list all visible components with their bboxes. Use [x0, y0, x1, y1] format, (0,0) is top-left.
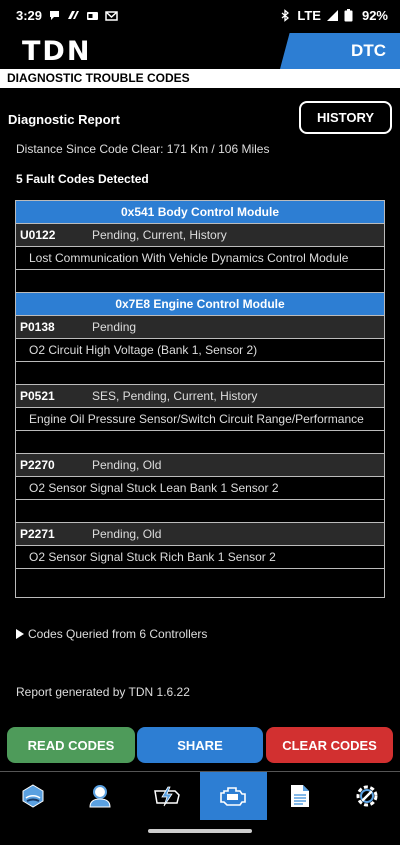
- controllers-queried-label: Codes Queried from 6 Controllers: [28, 627, 208, 641]
- signal-icon: [326, 9, 339, 22]
- bottom-nav: [0, 771, 400, 820]
- nav-profile[interactable]: [67, 772, 134, 820]
- battery-charge-icon: [153, 786, 180, 807]
- document-icon: [290, 785, 309, 807]
- card-icon: [86, 9, 99, 22]
- code-row[interactable]: P2271 Pending, Old: [16, 523, 384, 546]
- code-id: P2271: [20, 527, 55, 541]
- engine-icon: [220, 787, 247, 806]
- expand-caret-icon: [16, 629, 24, 639]
- clear-codes-button[interactable]: CLEAR CODES: [266, 727, 393, 763]
- code-id: P2270: [20, 458, 55, 472]
- nav-dashboard[interactable]: [0, 772, 67, 820]
- nav-engine[interactable]: [199, 772, 267, 820]
- code-status: Pending, Old: [92, 458, 162, 472]
- code-id: P0521: [20, 389, 55, 403]
- tab-dtc[interactable]: DTC: [280, 33, 400, 69]
- home-indicator[interactable]: [148, 829, 252, 833]
- fault-codes-table: 0x541 Body Control Module U0122 Pending,…: [15, 200, 385, 598]
- nav-settings[interactable]: [333, 772, 400, 820]
- nav-report[interactable]: [267, 772, 334, 820]
- code-description: Lost Communication With Vehicle Dynamics…: [16, 247, 384, 270]
- code-description: Engine Oil Pressure Sensor/Switch Circui…: [16, 408, 384, 431]
- page-title: DIAGNOSTIC TROUBLE CODES: [0, 69, 400, 88]
- code-status: Pending, Current, History: [92, 228, 227, 242]
- fault-count: 5 Fault Codes Detected: [16, 172, 149, 186]
- bluetooth-icon: [279, 8, 292, 22]
- code-description: O2 Sensor Signal Stuck Rich Bank 1 Senso…: [16, 546, 384, 569]
- history-button[interactable]: HISTORY: [299, 101, 392, 134]
- status-bar: 3:29 LTE 92%: [0, 0, 400, 30]
- code-id: P0138: [20, 320, 55, 334]
- code-description: O2 Circuit High Voltage (Bank 1, Sensor …: [16, 339, 384, 362]
- code-status: Pending: [92, 320, 137, 334]
- report-generated-label: Report generated by TDN 1.6.22: [16, 685, 190, 699]
- table-spacer: [16, 431, 384, 454]
- table-spacer: [16, 569, 384, 592]
- code-row[interactable]: P2270 Pending, Old: [16, 454, 384, 477]
- app-logo: TDN: [22, 36, 92, 67]
- report-title: Diagnostic Report: [8, 112, 120, 127]
- table-spacer: [16, 270, 384, 293]
- settings-icon: [356, 785, 378, 807]
- code-id: U0122: [20, 228, 56, 242]
- table-spacer: [16, 362, 384, 385]
- share-button[interactable]: SHARE: [137, 727, 263, 763]
- nav-battery[interactable]: [133, 772, 200, 820]
- code-row[interactable]: P0521 SES, Pending, Current, History: [16, 385, 384, 408]
- battery-icon: [344, 8, 357, 22]
- network-label: LTE: [297, 7, 321, 23]
- table-spacer: [16, 500, 384, 523]
- dashboard-icon: [22, 784, 44, 808]
- app-header: TDN DTC: [0, 33, 400, 69]
- chat-icon: [48, 9, 61, 22]
- profile-icon: [89, 785, 111, 808]
- code-status: SES, Pending, Current, History: [92, 389, 258, 403]
- controllers-queried-toggle[interactable]: Codes Queried from 6 Controllers: [16, 627, 207, 641]
- battery-percent: 92%: [361, 7, 388, 23]
- module-header[interactable]: 0x541 Body Control Module: [16, 201, 384, 224]
- code-row[interactable]: U0122 Pending, Current, History: [16, 224, 384, 247]
- read-codes-button[interactable]: READ CODES: [7, 727, 135, 763]
- status-time: 3:29: [16, 7, 43, 23]
- code-status: Pending, Old: [92, 527, 162, 541]
- code-row[interactable]: P0138 Pending: [16, 316, 384, 339]
- mail-icon: [105, 9, 118, 22]
- app-icon: [67, 9, 80, 22]
- module-header[interactable]: 0x7E8 Engine Control Module: [16, 293, 384, 316]
- distance-since-clear: Distance Since Code Clear: 171 Km / 106 …: [16, 142, 270, 156]
- code-description: O2 Sensor Signal Stuck Lean Bank 1 Senso…: [16, 477, 384, 500]
